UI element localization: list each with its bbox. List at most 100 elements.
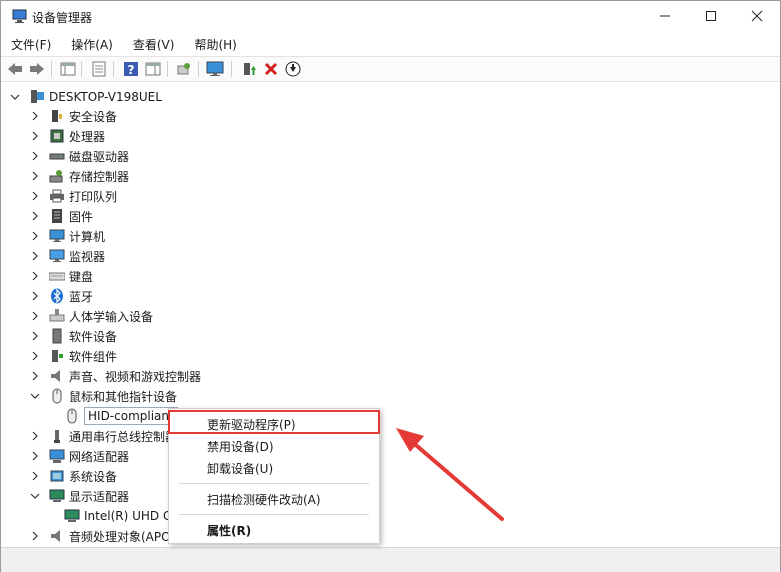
display-device-button[interactable] [206,60,224,78]
toolbar-separator [198,61,199,77]
chevron-right-icon[interactable] [29,290,41,302]
tree-item-hid[interactable]: 人体学输入设备 [29,306,153,326]
chevron-right-icon[interactable] [29,370,41,382]
chevron-right-icon[interactable] [29,130,41,142]
tree-item-hid-mouse[interactable]: HID-compliant [64,406,178,426]
tree-item-software-component[interactable]: 软件组件 [29,346,117,366]
tree-item-storage[interactable]: 存储控制器 [29,166,129,186]
tree-item-mouse[interactable]: 鼠标和其他指针设备 [29,386,177,406]
mouse-icon [64,408,80,424]
chevron-right-icon[interactable] [29,310,41,322]
help-button[interactable]: ? [122,60,140,78]
show-hide-console-tree-button[interactable] [59,60,77,78]
tree-item-sound[interactable]: 声音、视频和游戏控制器 [29,366,201,386]
display-adapter-icon [49,488,65,504]
scan-hardware-button[interactable] [175,60,193,78]
toolbar-separator [113,61,114,77]
tree-root[interactable]: DESKTOP-V198UEL [9,87,162,107]
device-manager-app-icon [12,8,28,24]
chevron-right-icon[interactable] [29,150,41,162]
menu-separator [179,514,369,515]
tree-item-system[interactable]: 系统设备 [29,466,117,486]
tree-item-label: 鼠标和其他指针设备 [69,389,178,404]
title-bar[interactable]: 设备管理器 [1,1,780,31]
menu-item-disable-device[interactable]: 禁用设备(D) [169,435,379,457]
tree-item-label: 音频处理对象(APO) [69,529,176,544]
tree-item-computer[interactable]: 计算机 [29,226,105,246]
menu-item-scan-hardware[interactable]: 扫描检测硬件改动(A) [169,488,379,510]
help-icon: ? [124,62,138,77]
system-device-icon [49,468,65,484]
menu-file[interactable]: 文件(F) [1,33,61,55]
tree-item-label: Intel(R) UHD G [84,509,173,523]
tree-item-usb[interactable]: 通用串行总线控制器 [29,426,177,446]
chevron-right-icon[interactable] [29,170,41,182]
chevron-right-icon[interactable] [29,330,41,342]
tree-item-intel-uhd[interactable]: Intel(R) UHD G [64,506,172,526]
chevron-down-icon[interactable] [9,91,21,103]
properties-icon [92,61,106,77]
tree-item-label: HID-compliant [84,407,178,425]
tree-item-firmware[interactable]: 固件 [29,206,93,226]
uninstall-device-button[interactable] [262,60,280,78]
menu-item-properties[interactable]: 属性(R) [169,519,379,541]
tree-root-label: DESKTOP-V198UEL [49,90,162,104]
close-icon [751,10,763,22]
device-manager-window: 设备管理器 文件(F) 操作(A) 查看(V) 帮助(H) ? DESKTOP-… [0,0,781,572]
toolbar-separator [231,61,232,77]
minimize-button[interactable] [642,1,688,31]
tree-item-apo[interactable]: 音频处理对象(APO) [29,526,175,546]
toolbar: ? [1,56,780,82]
chevron-right-icon[interactable] [29,210,41,222]
back-button[interactable] [6,60,24,78]
security-device-icon [49,108,65,124]
svg-text:?: ? [128,63,135,77]
menu-help[interactable]: 帮助(H) [184,33,246,55]
red-x-icon [264,62,278,76]
toolbar-separator [81,61,82,77]
chevron-right-icon[interactable] [29,430,41,442]
tree-item-label: 软件设备 [69,329,118,344]
chevron-right-icon[interactable] [29,350,41,362]
tree-item-printer[interactable]: 打印队列 [29,186,117,206]
chevron-right-icon[interactable] [29,450,41,462]
mouse-icon [49,388,65,404]
tree-item-display-adapter[interactable]: 显示适配器 [29,486,129,506]
chevron-right-icon[interactable] [29,530,41,542]
tree-item-security[interactable]: 安全设备 [29,106,117,126]
tree-item-bluetooth[interactable]: 蓝牙 [29,286,93,306]
chevron-down-icon[interactable] [29,390,41,402]
menu-view[interactable]: 查看(V) [123,33,185,55]
disable-device-button[interactable] [284,60,302,78]
chevron-right-icon[interactable] [29,230,41,242]
software-device-icon [49,328,65,344]
back-arrow-icon [8,63,22,75]
tree-item-label: 磁盘驱动器 [69,149,130,164]
properties-view-button[interactable] [90,60,108,78]
menu-action[interactable]: 操作(A) [61,33,123,55]
status-bar [1,547,780,572]
maximize-button[interactable] [688,1,734,31]
chevron-right-icon[interactable] [29,270,41,282]
action-pane-button[interactable] [144,60,162,78]
display-adapter-icon [64,508,80,524]
forward-button[interactable] [28,60,46,78]
tree-item-disk[interactable]: 磁盘驱动器 [29,146,129,166]
software-component-icon [49,348,65,364]
menu-item-uninstall-device[interactable]: 卸载设备(U) [169,457,379,479]
tree-item-label: 存储控制器 [69,169,130,184]
highlight-box [168,410,380,434]
chevron-right-icon[interactable] [29,110,41,122]
tree-item-network[interactable]: 网络适配器 [29,446,129,466]
close-button[interactable] [734,1,780,31]
chevron-right-icon[interactable] [29,470,41,482]
update-driver-button[interactable] [240,60,258,78]
tree-item-keyboard[interactable]: 键盘 [29,266,93,286]
chevron-right-icon[interactable] [29,250,41,262]
tree-item-processor[interactable]: 处理器 [29,126,105,146]
chevron-right-icon[interactable] [29,190,41,202]
tree-item-software-device[interactable]: 软件设备 [29,326,117,346]
tree-item-monitor[interactable]: 监视器 [29,246,105,266]
tree-item-label: 网络适配器 [69,449,130,464]
chevron-down-icon[interactable] [29,490,41,502]
